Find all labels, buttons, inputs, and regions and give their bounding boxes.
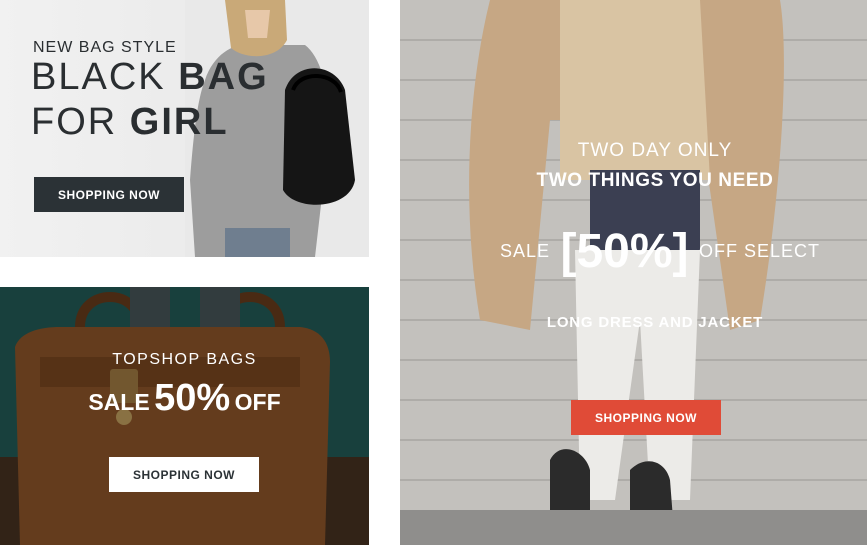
title-light-word: BLACK [31, 56, 166, 98]
banner-two-day-sale[interactable]: TWO DAY ONLY TWO THINGS YOU NEED SALE [5… [400, 0, 867, 545]
banner-eyebrow: NEW BAG STYLE [33, 39, 177, 56]
banner-title-line-2: FOR GIRL [31, 103, 229, 141]
banner-title-line-1: BLACK BAG [31, 58, 269, 96]
banner-eyebrow: TOPSHOP BAGS [112, 351, 257, 368]
sale-percent: 50% [154, 377, 231, 419]
off-select-text: OFF SELECT [698, 241, 820, 261]
off-word: OFF [234, 389, 281, 415]
sale-percent: [50%] [560, 225, 689, 278]
sale-headline: SALE 50% OFF [0, 377, 369, 420]
title-light-word: FOR [31, 101, 118, 143]
title-bold-word: BAG [178, 56, 269, 98]
banner-black-bag[interactable]: NEW BAG STYLE BLACK BAG FOR GIRL SHOPPIN… [0, 0, 369, 257]
banner-eyebrow: TWO DAY ONLY [577, 140, 733, 161]
shopping-now-button[interactable]: SHOPPING NOW [109, 457, 259, 492]
title-bold-word: GIRL [129, 101, 229, 143]
sale-word: SALE [88, 389, 150, 415]
sale-word: SALE [500, 241, 551, 261]
shopping-now-button[interactable]: SHOPPING NOW [571, 400, 721, 435]
banner-topshop-bags[interactable]: TOPSHOP BAGS SALE 50% OFF SHOPPING NOW [0, 287, 369, 545]
sale-headline: SALE [50%] OFF SELECT [500, 224, 820, 279]
shopping-now-button[interactable]: SHOPPING NOW [34, 177, 184, 212]
banner-subline: LONG DRESS AND JACKET [546, 314, 764, 331]
banner-headline: TWO THINGS YOU NEED [536, 170, 774, 191]
